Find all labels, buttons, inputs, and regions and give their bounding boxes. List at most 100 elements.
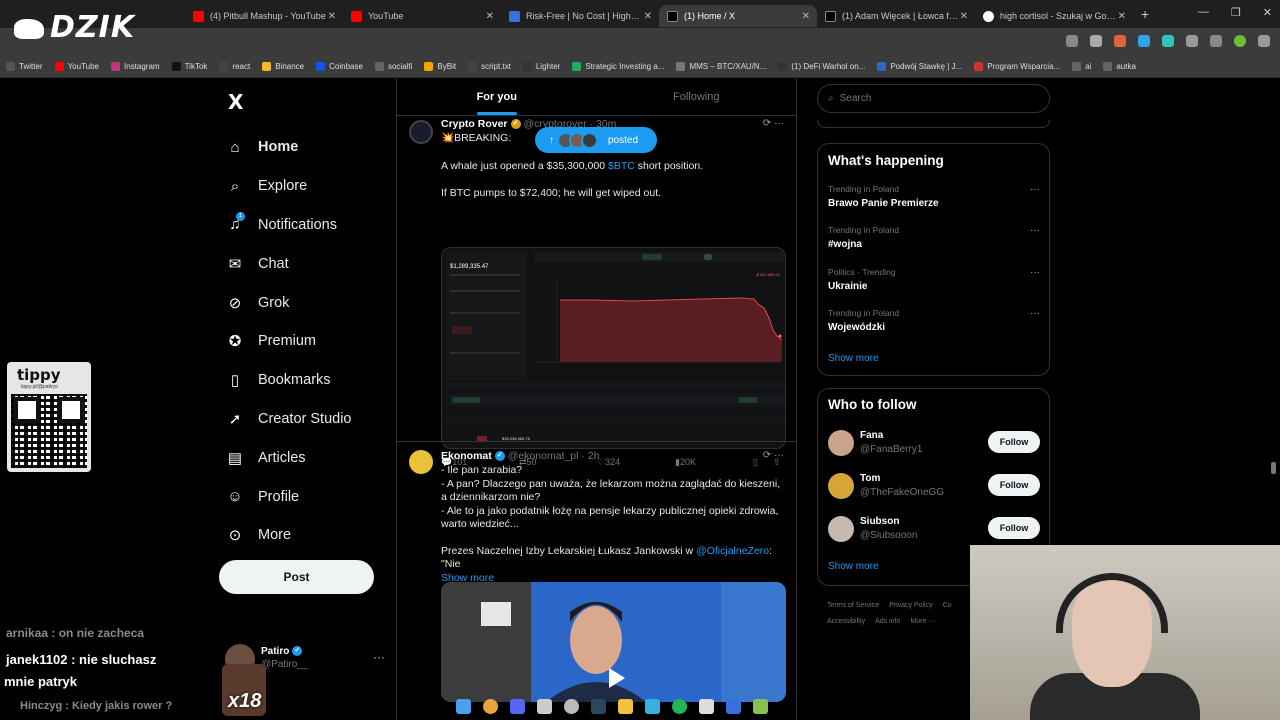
x-logo[interactable]: X <box>228 90 243 114</box>
address-bar[interactable] <box>0 28 1280 56</box>
close-icon[interactable]: ✕ <box>486 11 494 22</box>
trend-item[interactable]: Trending in Poland Brawo Panie Premierze ·… <box>828 184 1040 209</box>
avatar[interactable] <box>1234 35 1246 47</box>
spotify-icon[interactable] <box>672 698 687 714</box>
tweet[interactable]: Crypto Rover ✓ @cryptorover · 30m ⟳ ··· 💥… <box>397 116 796 467</box>
app-icon[interactable] <box>699 698 714 714</box>
bookmark-item[interactable]: react <box>219 62 250 71</box>
footer-link[interactable]: Terms of Service <box>827 602 879 609</box>
browser-tab-active[interactable]: (1) Home / X ✕ <box>659 5 817 27</box>
bookmark-item[interactable]: Podwój Stawkę | J... <box>877 62 962 71</box>
star-icon[interactable] <box>1090 35 1102 47</box>
footer-link[interactable]: Privacy Policy <box>889 602 933 609</box>
close-icon[interactable]: ✕ <box>960 11 968 22</box>
trend-item[interactable]: Trending in Poland #wojna ··· <box>828 225 1040 250</box>
close-icon[interactable]: ✕ <box>802 11 810 22</box>
search-input[interactable] <box>839 93 1020 104</box>
bookmark-item[interactable]: autka <box>1103 62 1136 71</box>
browser-tab[interactable]: Risk-Free | No Cost | High Re... ✕ <box>501 5 659 27</box>
show-more-link[interactable]: Show more <box>828 353 879 364</box>
bookmark-item[interactable]: Coinbase <box>316 62 363 71</box>
tweet-image[interactable]: $1,289,335.47 -$ 962,980.32 $35,038,965.… <box>441 247 786 449</box>
new-tab-button[interactable]: + <box>1141 6 1149 22</box>
bookmark-item[interactable]: TikTok <box>171 62 207 71</box>
app-icon[interactable] <box>564 698 579 714</box>
footer-link[interactable]: Ads info <box>875 618 900 625</box>
app-icon[interactable] <box>753 698 768 714</box>
trend-item[interactable]: Politics · Trending Ukrainie ··· <box>828 267 1040 292</box>
sidebar-item-home[interactable]: ⌂ Home <box>224 128 352 167</box>
close-icon[interactable]: ✕ <box>644 11 652 22</box>
sidebar-item-bookmarks[interactable]: ▯ Bookmarks <box>224 361 352 400</box>
menu-icon[interactable] <box>1210 35 1222 47</box>
bookmark-item[interactable]: ai <box>1072 62 1091 71</box>
more-options-icon[interactable]: ··· <box>373 650 385 664</box>
sidebar-item-more[interactable]: ⊙ More <box>224 516 352 555</box>
close-icon[interactable]: ✕ <box>328 11 336 22</box>
sidebar-item-explore[interactable]: ⌕ Explore <box>224 167 352 206</box>
bookmark-item[interactable]: Binance <box>262 62 304 71</box>
bookmark-item[interactable]: socialfi <box>374 62 412 71</box>
tweet-more-icon[interactable]: ⟳ ··· <box>763 118 784 129</box>
trend-item[interactable]: Trending in Poland Wojewódzki ··· <box>828 308 1040 333</box>
show-more-link[interactable]: Show more <box>828 561 879 572</box>
footer-link[interactable]: Accessibility <box>827 618 865 625</box>
bookmark-item[interactable]: Program Wsparcia... <box>974 62 1060 71</box>
mention-link[interactable]: @OficjalneZero <box>696 545 769 557</box>
more-options-icon[interactable]: ··· <box>1030 308 1040 319</box>
bookmark-item[interactable]: YouTube <box>54 62 99 71</box>
scrollbar-thumb[interactable] <box>1271 462 1276 474</box>
sidebar-item-profile[interactable]: ☺ Profile <box>224 477 352 516</box>
follow-button[interactable]: Follow <box>988 474 1040 496</box>
footer-link[interactable]: Co <box>943 602 952 609</box>
more-options-icon[interactable]: ··· <box>1030 184 1040 195</box>
more-options-icon[interactable]: ··· <box>1030 267 1040 278</box>
follow-suggestion[interactable]: Tom @TheFakeOneGG Follow <box>828 472 1040 502</box>
sidebar-item-grok[interactable]: ⊘ Grok <box>224 283 352 322</box>
sidebar-item-creator-studio[interactable]: ➚ Creator Studio <box>224 400 352 439</box>
tab-following[interactable]: Following <box>597 78 797 115</box>
sidebar-item-premium[interactable]: ✪ Premium <box>224 322 352 361</box>
footer-link[interactable]: More ··· <box>910 618 935 625</box>
tweet-more-icon[interactable]: ⟳ ··· <box>763 450 784 461</box>
browser-tab[interactable]: YouTube ✕ <box>343 5 501 27</box>
extension-icon[interactable] <box>1138 35 1150 47</box>
bookmark-item[interactable]: Twitter <box>6 62 43 71</box>
new-posts-pill[interactable]: ↑ posted <box>535 127 657 153</box>
search-box[interactable]: ⌕ <box>817 84 1050 113</box>
tweet-video[interactable] <box>441 582 786 702</box>
cast-icon[interactable] <box>1066 35 1078 47</box>
bookmark-item[interactable]: Strategic Investing a... <box>572 62 664 71</box>
discord-icon[interactable] <box>510 698 525 714</box>
follow-suggestion[interactable]: Siubson @Siubsooon Follow <box>828 515 1040 545</box>
follow-suggestion[interactable]: Fana @FanaBerry1 Follow <box>828 429 1040 459</box>
app-icon[interactable] <box>645 698 660 714</box>
browser-tab[interactable]: high cortisol - Szukaj w Google ✕ <box>975 5 1133 27</box>
bookmark-item[interactable]: Lighter <box>522 62 560 71</box>
browser-tab[interactable]: (1) Adam Więcek | Łowca fu... ✕ <box>817 5 975 27</box>
extension-icon[interactable] <box>1162 35 1174 47</box>
puzzle-icon[interactable] <box>1186 35 1198 47</box>
bookmark-item[interactable]: Instagram <box>111 62 160 71</box>
bookmark-item[interactable]: MMS – BTC/XAU/N... <box>676 62 766 71</box>
app-icon[interactable] <box>537 698 552 714</box>
steam-icon[interactable] <box>591 698 606 714</box>
tab-for-you[interactable]: For you <box>397 78 597 115</box>
bookmark-item[interactable]: ByBit <box>424 62 456 71</box>
folder-icon[interactable] <box>618 698 633 714</box>
more-options-icon[interactable]: ··· <box>1030 225 1040 236</box>
post-button[interactable]: Post <box>219 560 374 594</box>
windows-start-icon[interactable] <box>456 698 471 714</box>
cashtag-link[interactable]: $BTC <box>608 160 635 172</box>
bookmark-item[interactable]: script.txt <box>468 62 511 71</box>
extension-icon[interactable] <box>1114 35 1126 47</box>
sidebar-item-articles[interactable]: ▤ Articles <box>224 438 352 477</box>
browser-tab[interactable]: (4) Pitbull Mashup - YouTube ✕ <box>185 5 343 27</box>
maximize-icon[interactable]: ❐ <box>1231 6 1241 19</box>
follow-button[interactable]: Follow <box>988 517 1040 539</box>
sidebar-item-chat[interactable]: ✉ Chat <box>224 244 352 283</box>
follow-button[interactable]: Follow <box>988 431 1040 453</box>
bookmark-item[interactable]: (1) DeFi Warhol on... <box>778 62 865 71</box>
chrome-icon[interactable] <box>483 698 498 714</box>
sidebar-item-notifications[interactable]: ♫ 1 Notifications <box>224 206 352 245</box>
